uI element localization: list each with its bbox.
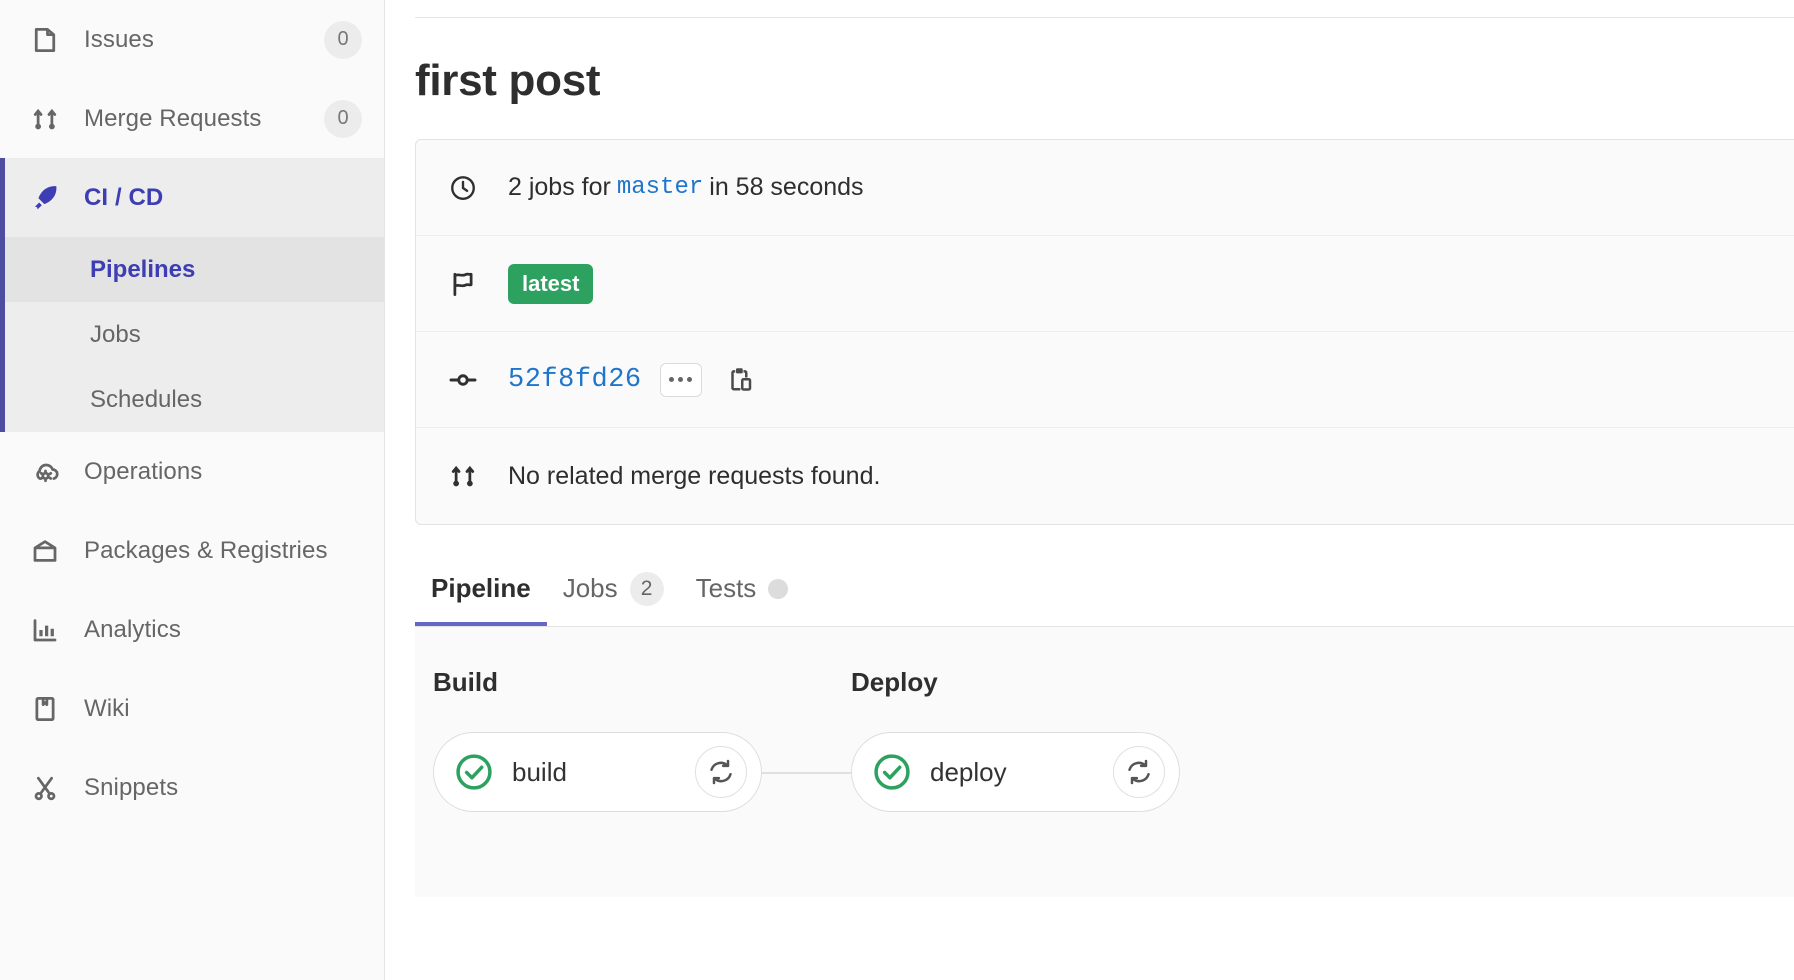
- sidebar-item-label: CI / CD: [84, 183, 164, 211]
- stage-jobs: build: [433, 732, 851, 812]
- stage-title: Build: [433, 667, 498, 697]
- issues-count-badge: 0: [324, 20, 362, 59]
- status-success-icon: [870, 750, 914, 794]
- sidebar-item-label: Snippets: [84, 773, 179, 801]
- package-icon: [28, 534, 62, 568]
- scissors-icon: [28, 771, 62, 805]
- sidebar-subitem-label: Pipelines: [90, 255, 196, 283]
- pipeline-stages: Build build Deploy deploy: [433, 667, 1794, 812]
- sidebar-item-jobs[interactable]: Jobs: [5, 302, 384, 367]
- sidebar-item-label: Merge Requests: [84, 104, 262, 132]
- sidebar-nav-list: Issues 0 Merge Requests 0: [0, 0, 384, 158]
- pipeline-tags-row: latest: [416, 236, 1794, 332]
- stage-connector-line: [762, 772, 851, 774]
- sidebar-item-label: Issues: [84, 25, 154, 53]
- gitlab-pipeline-page: Issues 0 Merge Requests 0 CI / CD Pipeli…: [0, 0, 1794, 980]
- cloud-gear-icon: [28, 455, 62, 489]
- sidebar-subnav-cicd: Pipelines Jobs Schedules: [5, 237, 384, 432]
- main-inner: first post 2 jobs for master in 58 secon…: [385, 17, 1794, 897]
- pipeline-info-card: 2 jobs for master in 58 seconds latest 5…: [415, 139, 1794, 525]
- pipeline-stage-deploy: Deploy deploy: [851, 667, 1269, 812]
- retry-icon[interactable]: [1113, 746, 1165, 798]
- sidebar-item-pipelines[interactable]: Pipelines: [5, 237, 384, 302]
- commit-expand-button[interactable]: [659, 362, 702, 397]
- branch-link[interactable]: master: [617, 174, 703, 201]
- commit-node-icon: [446, 364, 480, 396]
- pipeline-commit-row: 52f8fd26: [416, 332, 1794, 428]
- rocket-icon: [28, 181, 62, 215]
- status-success-icon: [452, 750, 496, 794]
- ellipsis-dot: [669, 377, 675, 382]
- tab-jobs[interactable]: Jobs 2: [547, 555, 680, 626]
- ellipsis-dot: [687, 377, 693, 382]
- sidebar-nav-list-lower: Operations Packages & Registries Analyti…: [0, 432, 384, 827]
- pipeline-jobs-summary: 2 jobs for master in 58 seconds: [508, 173, 864, 202]
- sidebar-item-label: Analytics: [84, 615, 181, 643]
- sidebar-item-wiki[interactable]: Wiki: [0, 669, 384, 748]
- job-pill-deploy[interactable]: deploy: [851, 732, 1180, 812]
- tab-pipeline[interactable]: Pipeline: [415, 555, 547, 626]
- copy-to-clipboard-icon[interactable]: [724, 363, 758, 397]
- clock-icon: [446, 173, 480, 203]
- stage-title: Deploy: [851, 667, 938, 697]
- tab-label: Jobs: [562, 573, 618, 603]
- merge-requests-icon: [28, 102, 62, 136]
- tab-tests[interactable]: Tests: [680, 555, 805, 626]
- jobs-count-text: 2 jobs for: [508, 173, 611, 201]
- project-sidebar: Issues 0 Merge Requests 0 CI / CD Pipeli…: [0, 0, 385, 980]
- sidebar-section-cicd: CI / CD Pipelines Jobs Schedules: [0, 158, 384, 432]
- sidebar-subitem-label: Schedules: [90, 385, 203, 413]
- job-pill-build[interactable]: build: [433, 732, 762, 812]
- tab-tests-status-dot: [768, 578, 789, 599]
- tab-label: Tests: [695, 573, 757, 603]
- flag-icon: [446, 269, 480, 299]
- content-divider: [415, 17, 1794, 18]
- tab-jobs-count-badge: 2: [629, 571, 664, 606]
- sidebar-item-cicd[interactable]: CI / CD: [5, 158, 384, 237]
- job-name: deploy: [930, 756, 1007, 787]
- sidebar-item-merge-requests[interactable]: Merge Requests 0: [0, 79, 384, 158]
- latest-badge[interactable]: latest: [508, 263, 594, 304]
- sidebar-item-analytics[interactable]: Analytics: [0, 590, 384, 669]
- sidebar-item-label: Operations: [84, 457, 203, 485]
- duration-text: in 58 seconds: [709, 173, 864, 201]
- book-icon: [28, 692, 62, 726]
- pipeline-tabs: Pipeline Jobs 2 Tests: [415, 555, 1794, 627]
- sidebar-item-issues[interactable]: Issues 0: [0, 0, 384, 79]
- pipeline-stage-build: Build build: [433, 667, 851, 812]
- chart-bar-icon: [28, 613, 62, 647]
- ellipsis-dot: [678, 377, 684, 382]
- sidebar-item-label: Wiki: [84, 694, 130, 722]
- no-merge-requests-text: No related merge requests found.: [508, 461, 881, 490]
- sidebar-subitem-label: Jobs: [90, 320, 141, 348]
- pipeline-merge-requests-row: No related merge requests found.: [416, 428, 1794, 524]
- commit-sha-link[interactable]: 52f8fd26: [508, 365, 642, 395]
- pipeline-graph: Build build Deploy deploy: [415, 627, 1794, 897]
- issues-icon: [28, 23, 62, 57]
- sidebar-item-packages-registries[interactable]: Packages & Registries: [0, 511, 384, 590]
- pipeline-jobs-row: 2 jobs for master in 58 seconds: [416, 140, 1794, 236]
- sidebar-item-operations[interactable]: Operations: [0, 432, 384, 511]
- job-name: build: [512, 756, 567, 787]
- retry-icon[interactable]: [695, 746, 747, 798]
- main-content: first post 2 jobs for master in 58 secon…: [385, 0, 1794, 980]
- sidebar-item-snippets[interactable]: Snippets: [0, 748, 384, 827]
- tab-label: Pipeline: [431, 573, 531, 603]
- sidebar-item-schedules[interactable]: Schedules: [5, 367, 384, 432]
- merge-requests-count-badge: 0: [324, 99, 362, 138]
- sidebar-item-label: Packages & Registries: [84, 536, 328, 564]
- stage-jobs: deploy: [851, 732, 1269, 812]
- page-title: first post: [415, 56, 601, 105]
- merge-requests-icon: [446, 461, 480, 491]
